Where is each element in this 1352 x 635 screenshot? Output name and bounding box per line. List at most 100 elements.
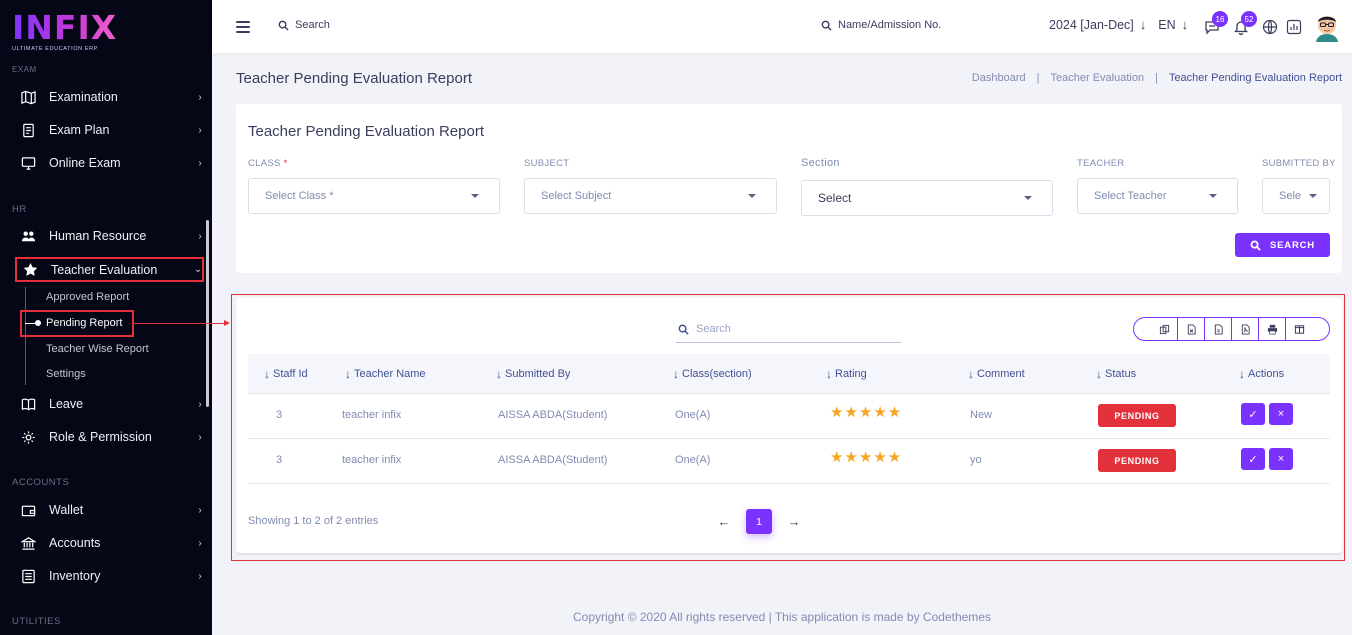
- breadcrumb-teacher-evaluation[interactable]: Teacher Evaluation: [1051, 72, 1145, 84]
- section-label-exam: EXAM: [12, 65, 37, 74]
- chevron-down-icon: ⌄: [193, 264, 203, 275]
- sidebar-item-label: Human Resource: [49, 229, 147, 243]
- inventory-icon: [20, 569, 36, 583]
- sidebar-item-label: Inventory: [49, 569, 101, 583]
- global-search[interactable]: Search: [278, 19, 330, 31]
- table-header: ↓ Staff Id ↓ Teacher Name ↓ Submitted By ↓ C…: [248, 354, 1330, 394]
- column-header-status[interactable]: ↓ Status: [1096, 367, 1136, 381]
- session-selector[interactable]: 2024 [Jan-Dec]: [1049, 18, 1134, 32]
- cell-class-section: One(A): [675, 409, 711, 421]
- section-label-utilities: UTILITIES: [12, 616, 61, 627]
- column-header-teacher-name[interactable]: ↓ Teacher Name: [345, 367, 426, 381]
- class-select[interactable]: Select Class *: [248, 178, 500, 214]
- reject-button[interactable]: ×: [1269, 403, 1293, 425]
- excel-button[interactable]: [1205, 318, 1232, 340]
- menu-toggle-icon[interactable]: [236, 21, 250, 33]
- approve-button[interactable]: ✓: [1241, 448, 1265, 470]
- sidebar-item-inventory[interactable]: Inventory ›: [20, 565, 204, 587]
- messages-button[interactable]: 16: [1204, 11, 1228, 39]
- sidebar-item-accounts[interactable]: Accounts ›: [20, 532, 204, 554]
- admission-search[interactable]: Name/Admission No.: [821, 19, 941, 31]
- breadcrumb-current: Teacher Pending Evaluation Report: [1168, 72, 1342, 84]
- copy-button[interactable]: [1151, 318, 1178, 340]
- sidebar-item-label: Role & Permission: [49, 430, 152, 444]
- table-row: 3 teacher infix AISSA ABDA(Student) One(…: [248, 439, 1330, 484]
- sidebar-item-teacher-evaluation[interactable]: Teacher Evaluation ⌄: [15, 257, 204, 282]
- search-button[interactable]: SEARCH: [1235, 233, 1330, 257]
- submenu-approved-report[interactable]: Approved Report: [46, 291, 129, 303]
- subject-select[interactable]: Select Subject: [524, 178, 777, 214]
- notifications-count-badge: 52: [1241, 11, 1257, 27]
- document-icon: [20, 123, 36, 137]
- sidebar-item-online-exam[interactable]: Online Exam ›: [20, 152, 204, 174]
- table-row: 3 teacher infix AISSA ABDA(Student) One(…: [248, 394, 1330, 439]
- sort-arrow-icon: ↓: [345, 367, 351, 381]
- cell-staff-id: 3: [276, 454, 283, 466]
- next-page-button[interactable]: →: [782, 514, 806, 529]
- sidebar-item-wallet[interactable]: Wallet ›: [20, 499, 204, 521]
- column-header-rating[interactable]: ↓ Rating: [826, 367, 867, 381]
- search-icon: [821, 20, 832, 31]
- sidebar-item-label: Examination: [49, 90, 118, 104]
- sidebar-item-role-permission[interactable]: Role & Permission ›: [20, 426, 204, 448]
- pdf-button[interactable]: [1232, 318, 1259, 340]
- avatar[interactable]: [1313, 10, 1341, 42]
- table-search-input[interactable]: Search: [676, 316, 901, 343]
- approve-button[interactable]: ✓: [1241, 403, 1265, 425]
- class-label-text: CLASS: [248, 158, 281, 169]
- cell-staff-id: 3: [276, 409, 283, 421]
- submenu-teacher-wise-report[interactable]: Teacher Wise Report: [46, 343, 149, 355]
- submenu-settings[interactable]: Settings: [46, 368, 86, 380]
- page-number-button[interactable]: 1: [746, 509, 772, 534]
- column-header-actions[interactable]: ↓ Actions: [1239, 367, 1284, 381]
- app-logo[interactable]: INFIX ULTIMATE EDUCATION ERP: [12, 11, 132, 58]
- page-title: Teacher Pending Evaluation Report: [236, 70, 472, 87]
- table-search-placeholder: Search: [696, 323, 731, 335]
- caret-down-icon: [1209, 194, 1217, 198]
- cell-submitted-by: AISSA ABDA(Student): [498, 409, 608, 421]
- required-asterisk: *: [283, 158, 288, 169]
- status-badge: PENDING: [1098, 404, 1176, 427]
- sort-arrow-icon: ↓: [1096, 367, 1102, 381]
- chevron-right-icon: ›: [198, 91, 202, 103]
- column-header-class-section[interactable]: ↓ Class(section): [673, 367, 752, 381]
- column-header-staff-id[interactable]: ↓ Staff Id: [264, 367, 308, 381]
- sidebar-item-label: Exam Plan: [49, 123, 110, 137]
- language-selector[interactable]: EN: [1158, 18, 1175, 32]
- teacher-label: TEACHER: [1077, 158, 1125, 169]
- sidebar-item-label: Online Exam: [49, 156, 121, 170]
- sidebar-item-leave[interactable]: Leave ›: [20, 393, 204, 415]
- section-select[interactable]: Select: [801, 180, 1053, 216]
- print-button[interactable]: [1259, 318, 1286, 340]
- sidebar-item-exam-plan[interactable]: Exam Plan ›: [20, 119, 204, 141]
- csv-button[interactable]: [1178, 318, 1205, 340]
- notifications-button[interactable]: 52: [1233, 11, 1257, 39]
- sidebar-item-human-resource[interactable]: Human Resource ›: [20, 225, 204, 247]
- sort-arrow-icon: ↓: [673, 367, 679, 381]
- arrow-down-icon: ↓: [1139, 17, 1147, 32]
- columns-button[interactable]: [1286, 318, 1313, 340]
- sidebar-scrollbar[interactable]: [206, 220, 209, 407]
- chevron-right-icon: ›: [198, 504, 202, 516]
- search-icon: [1250, 240, 1261, 251]
- cell-teacher-name: teacher infix: [342, 409, 402, 421]
- reject-button[interactable]: ×: [1269, 448, 1293, 470]
- globe-icon[interactable]: [1262, 19, 1278, 35]
- pagination: ← 1 →: [712, 509, 806, 534]
- breadcrumb: Dashboard | Teacher Evaluation | Teacher…: [972, 72, 1342, 84]
- teacher-select[interactable]: Select Teacher: [1077, 178, 1238, 214]
- columns-icon: [1294, 324, 1305, 334]
- column-header-submitted-by[interactable]: ↓ Submitted By: [496, 367, 570, 381]
- teacher-select-value: Select Teacher: [1094, 190, 1167, 202]
- breadcrumb-dashboard[interactable]: Dashboard: [972, 72, 1026, 84]
- column-header-comment[interactable]: ↓ Comment: [968, 367, 1025, 381]
- sidebar-item-examination[interactable]: Examination ›: [20, 86, 204, 108]
- chevron-right-icon: ›: [198, 157, 202, 169]
- submitted-by-select[interactable]: Sele: [1262, 178, 1330, 214]
- previous-page-button[interactable]: ←: [712, 514, 736, 529]
- submitted-by-label: SUBMITTED BY: [1262, 158, 1336, 169]
- chart-icon[interactable]: [1286, 19, 1302, 35]
- class-label: CLASS *: [248, 158, 288, 169]
- sort-arrow-icon: ↓: [1239, 367, 1245, 381]
- sidebar-item-label: Teacher Evaluation: [51, 262, 158, 277]
